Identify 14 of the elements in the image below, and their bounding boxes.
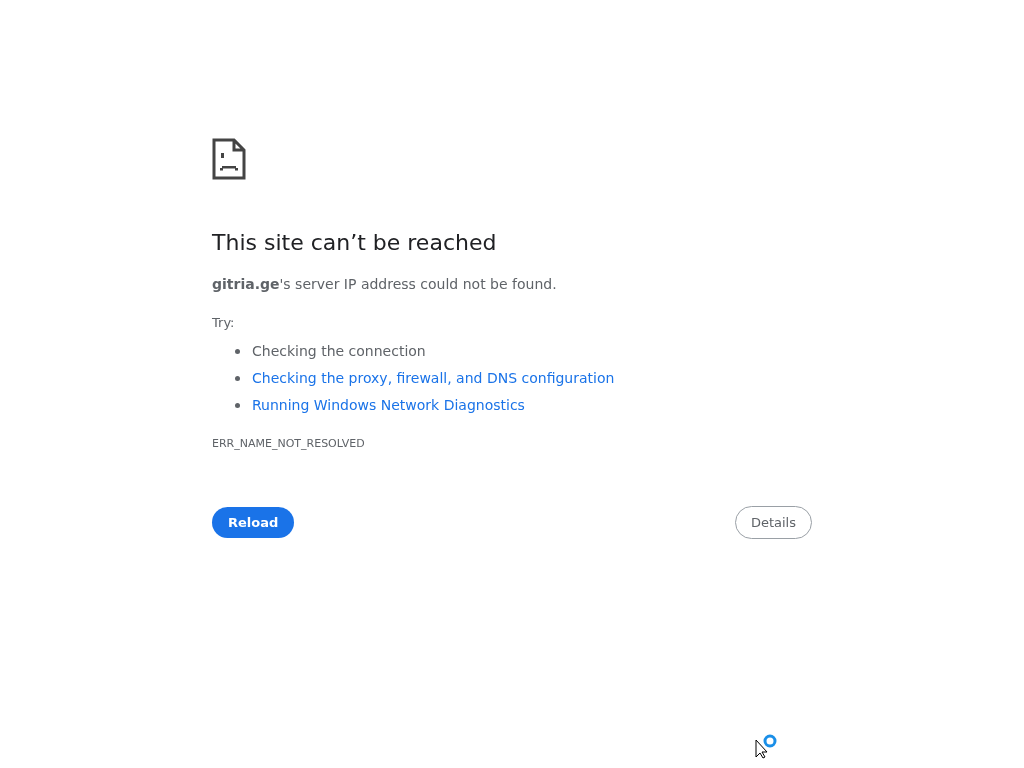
- busy-cursor-icon: [755, 733, 779, 759]
- error-message: gitria.ge's server IP address could not be found.: [212, 275, 558, 294]
- suggestion-text: Checking the connection: [252, 341, 426, 361]
- error-code: ERR_NAME_NOT_RESOLVED: [212, 435, 365, 452]
- bullet-icon: [235, 402, 240, 408]
- error-heading: This site can’t be reached: [212, 229, 498, 257]
- details-button[interactable]: Details: [734, 506, 812, 539]
- sad-page-icon: [212, 138, 246, 180]
- suggestion-link[interactable]: Checking the proxy, firewall, and DNS configuration: [252, 367, 615, 389]
- reload-button[interactable]: Reload: [212, 507, 295, 538]
- bullet-icon: [235, 348, 240, 354]
- suggestion-link[interactable]: Running Windows Network Diagnostics: [252, 394, 525, 416]
- try-label: Try:: [212, 314, 235, 332]
- bullet-icon: [235, 375, 240, 381]
